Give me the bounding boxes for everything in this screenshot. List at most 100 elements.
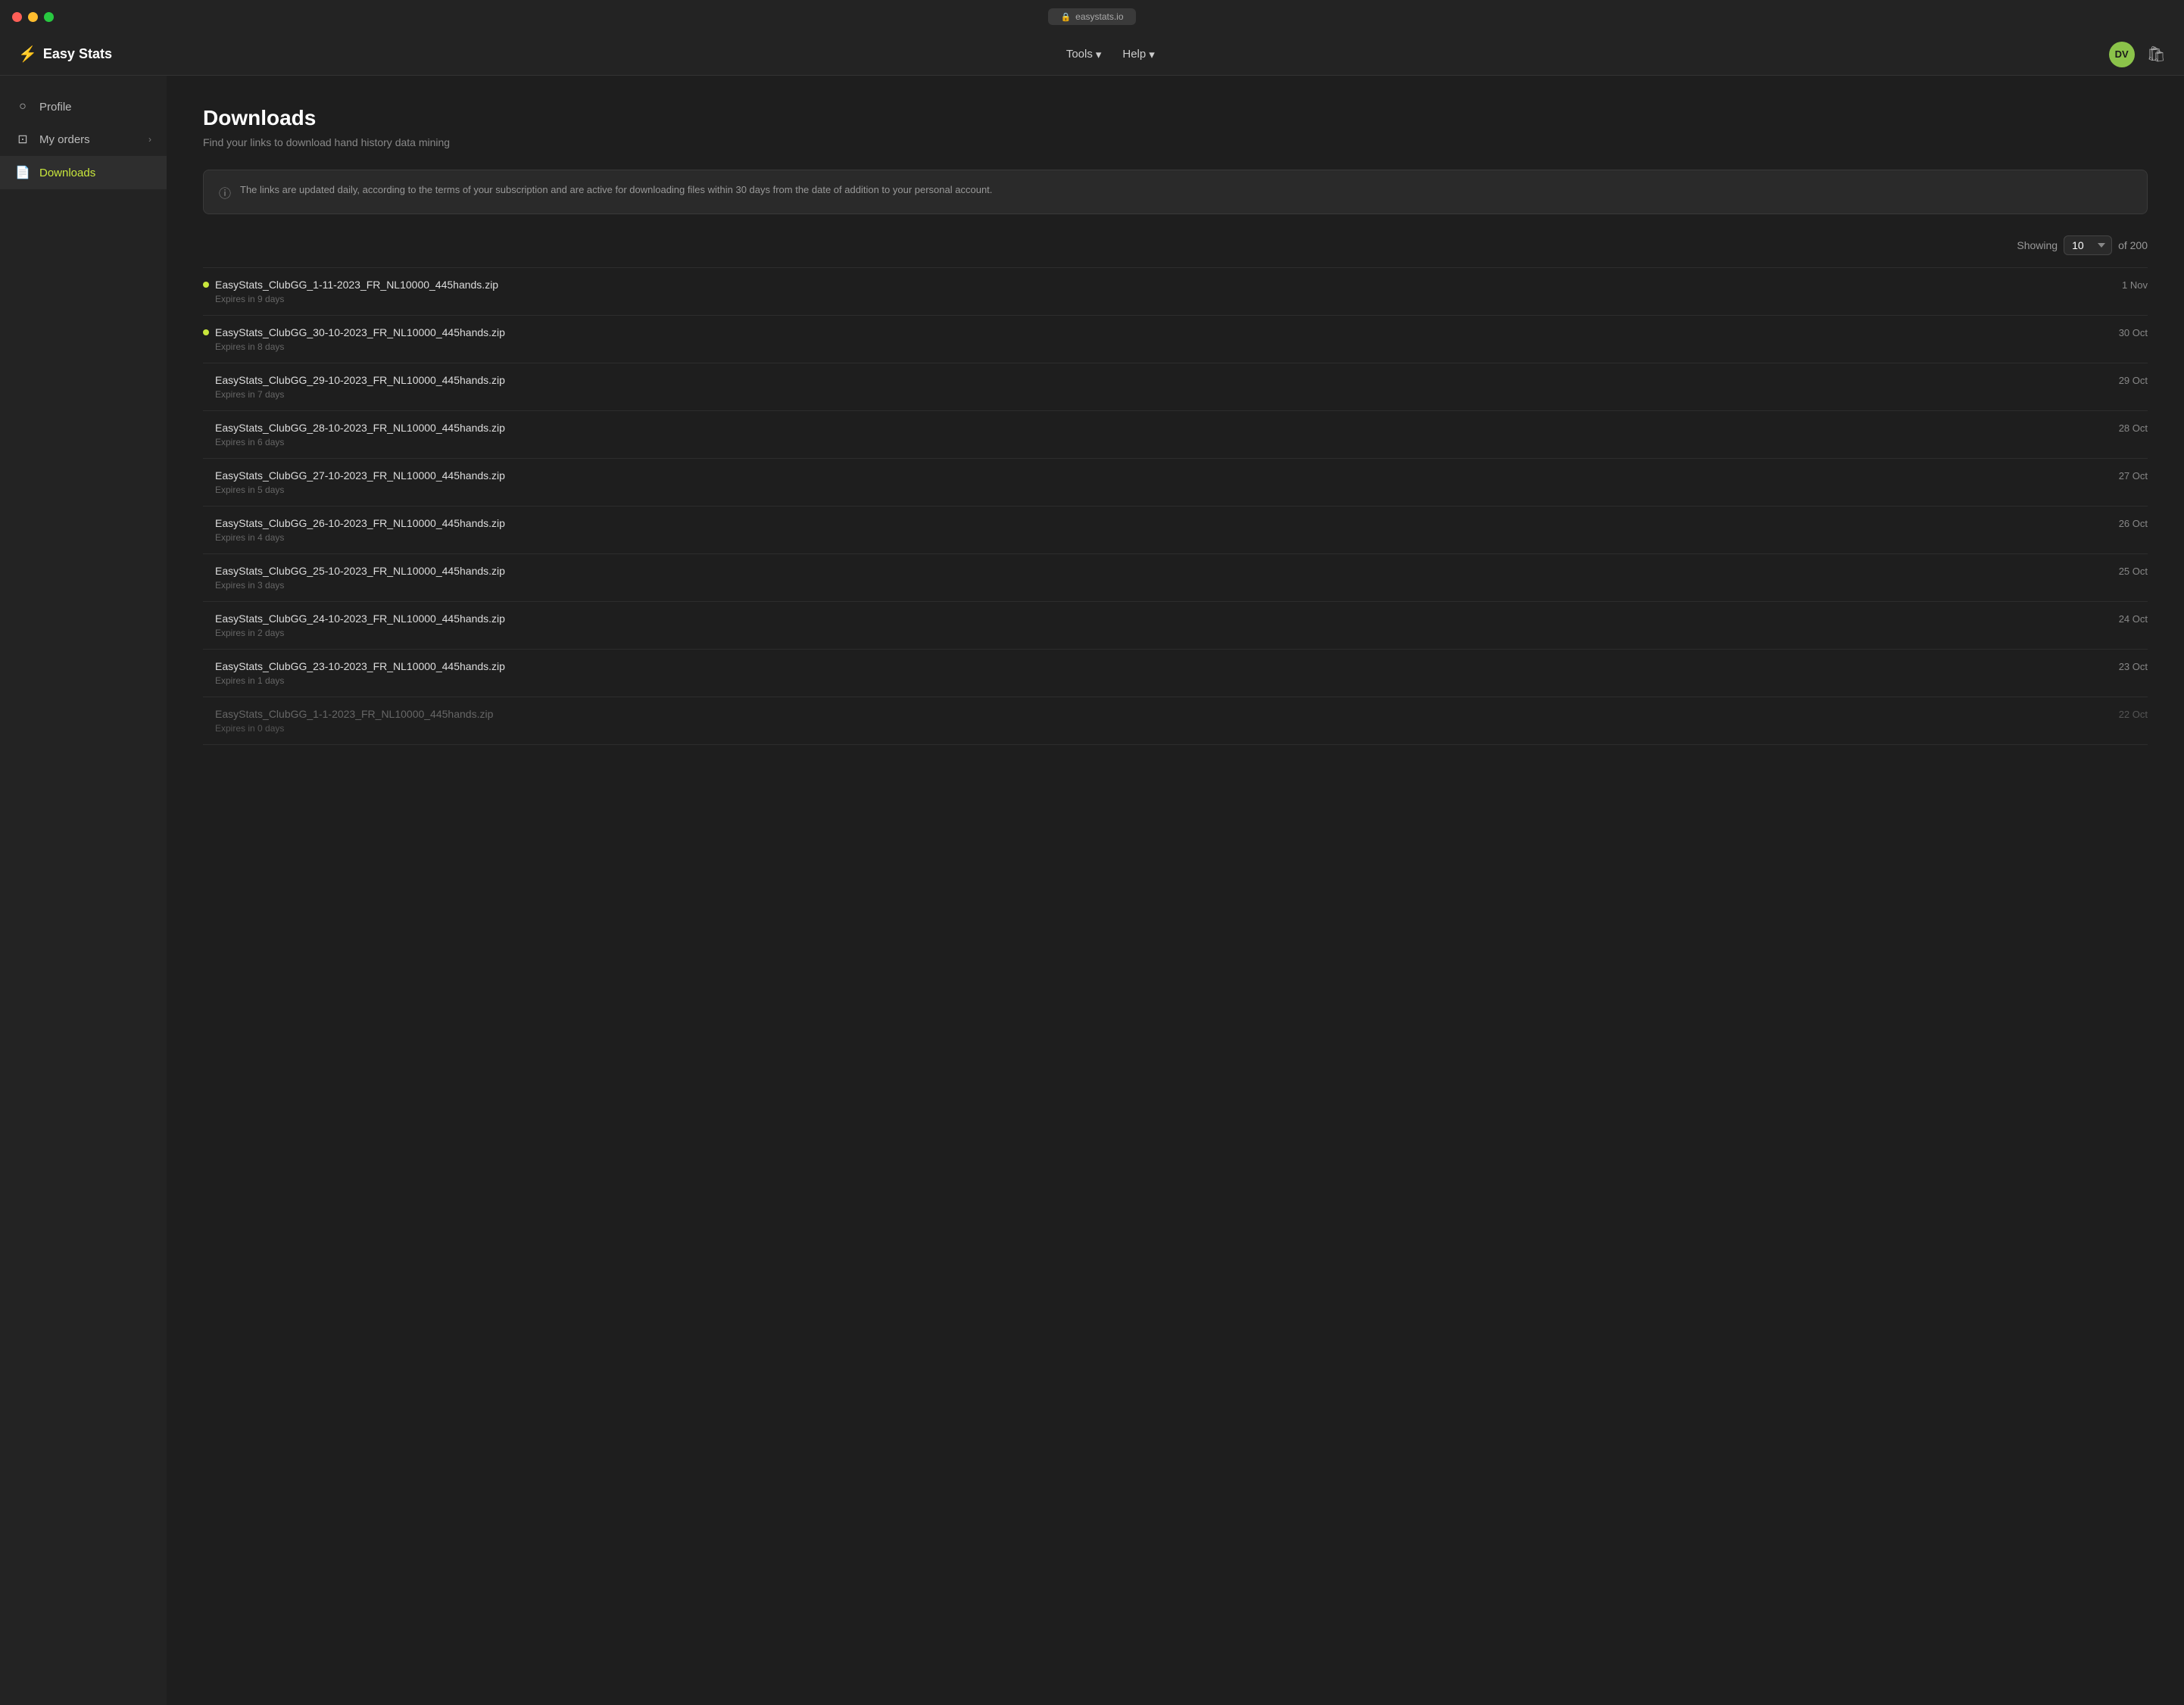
download-expires: Expires in 6 days [203, 437, 2148, 447]
download-expires: Expires in 8 days [203, 341, 2148, 352]
download-date: 29 Oct [2119, 375, 2148, 386]
download-expires: Expires in 1 days [203, 675, 2148, 686]
nav-help[interactable]: Help ▾ [1122, 48, 1154, 61]
cart-icon[interactable]: 🛍 [2147, 45, 2166, 64]
download-date: 22 Oct [2119, 709, 2148, 720]
showing-row: Showing 10 25 50 100 of 200 [203, 235, 2148, 255]
info-icon: ⓘ [219, 183, 231, 201]
download-link[interactable]: EasyStats_ClubGG_1-11-2023_FR_NL10000_44… [203, 279, 498, 291]
download-expires: Expires in 7 days [203, 389, 2148, 400]
sidebar-label-myorders: My orders [39, 133, 90, 146]
page-subtitle: Find your links to download hand history… [203, 136, 2148, 148]
url-bar[interactable]: 🔒 easystats.io [1048, 8, 1135, 25]
download-item: EasyStats_ClubGG_1-1-2023_FR_NL10000_445… [203, 697, 2148, 745]
help-chevron-icon: ▾ [1149, 48, 1155, 61]
sidebar-label-downloads: Downloads [39, 167, 95, 179]
download-row: EasyStats_ClubGG_30-10-2023_FR_NL10000_4… [203, 326, 2148, 338]
download-item: EasyStats_ClubGG_26-10-2023_FR_NL10000_4… [203, 506, 2148, 553]
active-dot-icon [203, 329, 209, 335]
download-link[interactable]: EasyStats_ClubGG_23-10-2023_FR_NL10000_4… [203, 660, 505, 672]
download-row: EasyStats_ClubGG_1-1-2023_FR_NL10000_445… [203, 708, 2148, 720]
tools-chevron-icon: ▾ [1096, 48, 1102, 61]
download-item: EasyStats_ClubGG_29-10-2023_FR_NL10000_4… [203, 363, 2148, 410]
page-title: Downloads [203, 106, 2148, 130]
download-link[interactable]: EasyStats_ClubGG_27-10-2023_FR_NL10000_4… [203, 469, 505, 482]
sidebar-item-myorders[interactable]: ⊡ My orders › [0, 123, 167, 156]
active-dot-icon [203, 282, 209, 288]
download-filename: EasyStats_ClubGG_24-10-2023_FR_NL10000_4… [215, 612, 505, 625]
info-text: The links are updated daily, according t… [240, 182, 992, 198]
sidebar: ○ Profile ⊡ My orders › 📄 Downloads [0, 76, 167, 1705]
nav-tools[interactable]: Tools ▾ [1066, 48, 1102, 61]
downloads-icon: 📄 [15, 165, 30, 180]
download-date: 26 Oct [2119, 518, 2148, 529]
download-row: EasyStats_ClubGG_28-10-2023_FR_NL10000_4… [203, 422, 2148, 434]
download-row: EasyStats_ClubGG_26-10-2023_FR_NL10000_4… [203, 517, 2148, 529]
download-row: EasyStats_ClubGG_25-10-2023_FR_NL10000_4… [203, 565, 2148, 577]
download-expires: Expires in 3 days [203, 580, 2148, 591]
sidebar-item-profile[interactable]: ○ Profile [0, 91, 167, 123]
download-item: EasyStats_ClubGG_25-10-2023_FR_NL10000_4… [203, 553, 2148, 601]
download-row: EasyStats_ClubGG_24-10-2023_FR_NL10000_4… [203, 612, 2148, 625]
download-row: EasyStats_ClubGG_29-10-2023_FR_NL10000_4… [203, 374, 2148, 386]
download-filename: EasyStats_ClubGG_30-10-2023_FR_NL10000_4… [215, 326, 505, 338]
download-filename: EasyStats_ClubGG_25-10-2023_FR_NL10000_4… [215, 565, 505, 577]
orders-icon: ⊡ [15, 132, 30, 147]
download-link[interactable]: EasyStats_ClubGG_30-10-2023_FR_NL10000_4… [203, 326, 505, 338]
showing-label: Showing [2017, 239, 2058, 251]
download-link[interactable]: EasyStats_ClubGG_28-10-2023_FR_NL10000_4… [203, 422, 505, 434]
info-box: ⓘ The links are updated daily, according… [203, 170, 2148, 214]
download-filename: EasyStats_ClubGG_26-10-2023_FR_NL10000_4… [215, 517, 505, 529]
download-link[interactable]: EasyStats_ClubGG_1-1-2023_FR_NL10000_445… [203, 708, 493, 720]
download-date: 30 Oct [2119, 327, 2148, 338]
download-date: 27 Oct [2119, 470, 2148, 482]
download-date: 25 Oct [2119, 566, 2148, 577]
minimize-button[interactable] [28, 12, 38, 22]
download-filename: EasyStats_ClubGG_1-1-2023_FR_NL10000_445… [215, 708, 493, 720]
sidebar-label-profile: Profile [39, 101, 72, 114]
showing-select[interactable]: 10 25 50 100 [2064, 235, 2112, 255]
download-link[interactable]: EasyStats_ClubGG_26-10-2023_FR_NL10000_4… [203, 517, 505, 529]
download-date: 1 Nov [2122, 279, 2148, 291]
showing-total: of 200 [2118, 239, 2148, 251]
brand-icon: ⚡ [18, 45, 37, 64]
nav-right: DV 🛍 [2109, 42, 2166, 67]
titlebar: 🔒 easystats.io [0, 0, 2184, 33]
brand-logo[interactable]: ⚡ Easy Stats [18, 45, 112, 64]
download-item: EasyStats_ClubGG_28-10-2023_FR_NL10000_4… [203, 410, 2148, 458]
main-content: Downloads Find your links to download ha… [167, 76, 2184, 1705]
download-item: EasyStats_ClubGG_27-10-2023_FR_NL10000_4… [203, 458, 2148, 506]
download-expires: Expires in 4 days [203, 532, 2148, 543]
main-layout: ○ Profile ⊡ My orders › 📄 Downloads Down… [0, 76, 2184, 1705]
download-date: 24 Oct [2119, 613, 2148, 625]
download-filename: EasyStats_ClubGG_29-10-2023_FR_NL10000_4… [215, 374, 505, 386]
download-filename: EasyStats_ClubGG_23-10-2023_FR_NL10000_4… [215, 660, 505, 672]
tools-label: Tools [1066, 48, 1093, 61]
download-expires: Expires in 9 days [203, 294, 2148, 304]
top-navigation: ⚡ Easy Stats Tools ▾ Help ▾ DV 🛍 [0, 33, 2184, 76]
orders-arrow-icon: › [148, 134, 151, 145]
download-filename: EasyStats_ClubGG_1-11-2023_FR_NL10000_44… [215, 279, 498, 291]
brand-name: Easy Stats [43, 46, 112, 62]
download-item: EasyStats_ClubGG_30-10-2023_FR_NL10000_4… [203, 315, 2148, 363]
window-buttons [12, 12, 54, 22]
url-text: easystats.io [1075, 11, 1123, 22]
avatar[interactable]: DV [2109, 42, 2135, 67]
profile-icon: ○ [15, 100, 30, 114]
help-label: Help [1122, 48, 1146, 61]
close-button[interactable] [12, 12, 22, 22]
download-link[interactable]: EasyStats_ClubGG_25-10-2023_FR_NL10000_4… [203, 565, 505, 577]
sidebar-item-downloads[interactable]: 📄 Downloads [0, 156, 167, 189]
maximize-button[interactable] [44, 12, 54, 22]
download-expires: Expires in 5 days [203, 485, 2148, 495]
download-link[interactable]: EasyStats_ClubGG_29-10-2023_FR_NL10000_4… [203, 374, 505, 386]
lock-icon: 🔒 [1060, 12, 1071, 22]
download-date: 23 Oct [2119, 661, 2148, 672]
download-link[interactable]: EasyStats_ClubGG_24-10-2023_FR_NL10000_4… [203, 612, 505, 625]
download-filename: EasyStats_ClubGG_27-10-2023_FR_NL10000_4… [215, 469, 505, 482]
nav-center: Tools ▾ Help ▾ [1066, 48, 1155, 61]
download-item: EasyStats_ClubGG_23-10-2023_FR_NL10000_4… [203, 649, 2148, 697]
download-item: EasyStats_ClubGG_1-11-2023_FR_NL10000_44… [203, 267, 2148, 315]
download-expires: Expires in 2 days [203, 628, 2148, 638]
download-date: 28 Oct [2119, 422, 2148, 434]
